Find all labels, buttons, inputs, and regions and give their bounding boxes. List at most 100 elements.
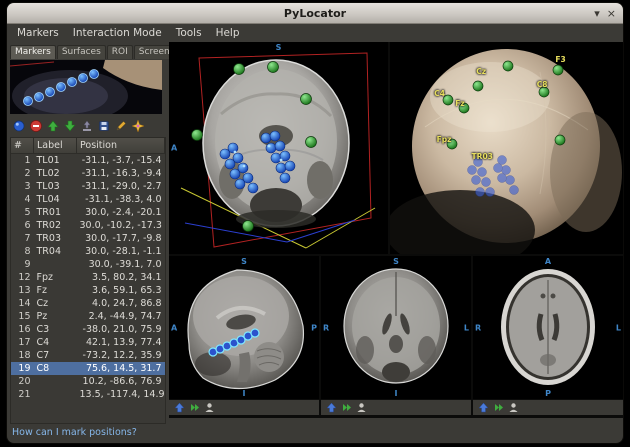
cell-num[interactable]: 8: [11, 245, 34, 258]
menu-tools[interactable]: Tools: [169, 27, 209, 39]
cell-num[interactable]: 17: [11, 336, 34, 349]
color-icon[interactable]: [131, 119, 145, 133]
forward-arrows-icon[interactable]: [189, 402, 200, 413]
tab-roi[interactable]: ROI: [107, 45, 133, 59]
table-row[interactable]: 16C3-38.0, 21.0, 75.9: [11, 323, 165, 336]
col-header-position[interactable]: Position: [77, 138, 165, 154]
cell-pos[interactable]: 2.4, -44.9, 74.7: [77, 310, 165, 323]
cell-num[interactable]: 6: [11, 219, 34, 232]
cell-pos[interactable]: -73.2, 12.2, 35.9: [77, 349, 165, 362]
table-row[interactable]: 5TR0130.0, -2.4, -20.1: [11, 206, 165, 219]
cell-num[interactable]: 3: [11, 180, 34, 193]
up-arrow-icon[interactable]: [478, 402, 489, 413]
table-row[interactable]: 1TL01-31.1, -3.7, -15.4: [11, 154, 165, 168]
viewport-sagittal[interactable]: S A P I: [169, 256, 319, 399]
cell-pos[interactable]: 3.5, 80.2, 34.1: [77, 271, 165, 284]
move-up-icon[interactable]: [46, 119, 60, 133]
viewport-axial[interactable]: A R L P: [473, 256, 623, 399]
cell-num[interactable]: 2: [11, 167, 34, 180]
cell-pos[interactable]: 30.0, -17.7, -9.8: [77, 232, 165, 245]
cell-label[interactable]: Fpz: [34, 271, 77, 284]
cell-label[interactable]: [34, 375, 77, 388]
table-row[interactable]: 8TR0430.0, -28.1, -1.1: [11, 245, 165, 258]
menu-markers[interactable]: Markers: [10, 27, 66, 39]
close-icon[interactable]: ×: [607, 8, 616, 19]
table-row[interactable]: 2010.2, -86.6, 76.9: [11, 375, 165, 388]
viewport-3d[interactable]: S A: [169, 42, 388, 254]
forward-arrows-icon[interactable]: [493, 402, 504, 413]
cell-pos[interactable]: 30.0, -28.1, -1.1: [77, 245, 165, 258]
viewport-skull[interactable]: CzF3C4FzC8FpzTR03: [390, 42, 623, 254]
titlebar[interactable]: PyLocator ▾ ×: [7, 3, 623, 24]
cell-label[interactable]: TR02: [34, 219, 77, 232]
menu-interaction-mode[interactable]: Interaction Mode: [66, 27, 169, 39]
user-icon[interactable]: [508, 402, 519, 413]
cell-label[interactable]: TL03: [34, 180, 77, 193]
cell-label[interactable]: TR01: [34, 206, 77, 219]
table-row[interactable]: 4TL04-31.1, -38.3, 4.0: [11, 193, 165, 206]
cell-num[interactable]: 9: [11, 258, 34, 271]
cell-num[interactable]: 15: [11, 310, 34, 323]
table-row[interactable]: 3TL03-31.1, -29.0, -2.7: [11, 180, 165, 193]
cell-label[interactable]: C4: [34, 336, 77, 349]
cell-pos[interactable]: -31.1, -29.0, -2.7: [77, 180, 165, 193]
table-row[interactable]: 6TR0230.0, -10.2, -17.3: [11, 219, 165, 232]
table-row[interactable]: 7TR0330.0, -17.7, -9.8: [11, 232, 165, 245]
cell-pos[interactable]: 13.5, -117.4, 14.9: [77, 388, 165, 401]
cell-label[interactable]: Cz: [34, 297, 77, 310]
col-header-num[interactable]: #: [11, 138, 34, 154]
delete-marker-icon[interactable]: [29, 119, 43, 133]
cell-label[interactable]: Fz: [34, 284, 77, 297]
tab-markers[interactable]: Markers: [10, 45, 56, 59]
table-row[interactable]: 14Cz4.0, 24.7, 86.8: [11, 297, 165, 310]
viewport-coronal[interactable]: S R L I: [321, 256, 471, 399]
save-icon[interactable]: [97, 119, 111, 133]
edit-label-icon[interactable]: [114, 119, 128, 133]
cell-num[interactable]: 7: [11, 232, 34, 245]
user-icon[interactable]: [204, 402, 215, 413]
cell-label[interactable]: TL01: [34, 154, 77, 168]
cell-pos[interactable]: -31.1, -16.3, -9.4: [77, 167, 165, 180]
table-row[interactable]: 12Fpz3.5, 80.2, 34.1: [11, 271, 165, 284]
cell-pos[interactable]: 4.0, 24.7, 86.8: [77, 297, 165, 310]
table-row[interactable]: 17C442.1, 13.9, 77.4: [11, 336, 165, 349]
cell-pos[interactable]: 42.1, 13.9, 77.4: [77, 336, 165, 349]
menu-help[interactable]: Help: [209, 27, 247, 39]
cell-label[interactable]: C3: [34, 323, 77, 336]
user-icon[interactable]: [356, 402, 367, 413]
table-row[interactable]: 19C875.6, 14.5, 31.7: [11, 362, 165, 375]
cell-num[interactable]: 1: [11, 154, 34, 168]
cell-label[interactable]: TL02: [34, 167, 77, 180]
cell-num[interactable]: 14: [11, 297, 34, 310]
cell-label[interactable]: C8: [34, 362, 77, 375]
table-row[interactable]: 18C7-73.2, 12.2, 35.9: [11, 349, 165, 362]
cell-label[interactable]: [34, 388, 77, 401]
cell-pos[interactable]: 30.0, -10.2, -17.3: [77, 219, 165, 232]
cell-label[interactable]: C7: [34, 349, 77, 362]
cell-num[interactable]: 13: [11, 284, 34, 297]
table-row[interactable]: 21 13.5, -117.4, 14.9: [11, 388, 165, 401]
cell-num[interactable]: 21: [11, 388, 34, 401]
cell-label[interactable]: Pz: [34, 310, 77, 323]
move-down-icon[interactable]: [63, 119, 77, 133]
cell-pos[interactable]: -38.0, 21.0, 75.9: [77, 323, 165, 336]
up-arrow-icon[interactable]: [174, 402, 185, 413]
cell-pos[interactable]: 3.6, 59.1, 65.3: [77, 284, 165, 297]
export-icon[interactable]: [80, 119, 94, 133]
cell-num[interactable]: 5: [11, 206, 34, 219]
cell-label[interactable]: TL04: [34, 193, 77, 206]
table-row[interactable]: 15Pz2.4, -44.9, 74.7: [11, 310, 165, 323]
cell-pos[interactable]: 30.0, -2.4, -20.1: [77, 206, 165, 219]
cell-label[interactable]: TR04: [34, 245, 77, 258]
shade-icon[interactable]: ▾: [594, 8, 600, 19]
table-row[interactable]: 13Fz3.6, 59.1, 65.3: [11, 284, 165, 297]
cell-pos[interactable]: -31.1, -38.3, 4.0: [77, 193, 165, 206]
cell-num[interactable]: 16: [11, 323, 34, 336]
cell-num[interactable]: 4: [11, 193, 34, 206]
up-arrow-icon[interactable]: [326, 402, 337, 413]
cell-pos[interactable]: 30.0, -39.1, 7.0: [77, 258, 165, 271]
cell-num[interactable]: 20: [11, 375, 34, 388]
table-row[interactable]: 2TL02-31.1, -16.3, -9.4: [11, 167, 165, 180]
cell-pos[interactable]: 75.6, 14.5, 31.7: [77, 362, 165, 375]
cell-label[interactable]: [34, 258, 77, 271]
